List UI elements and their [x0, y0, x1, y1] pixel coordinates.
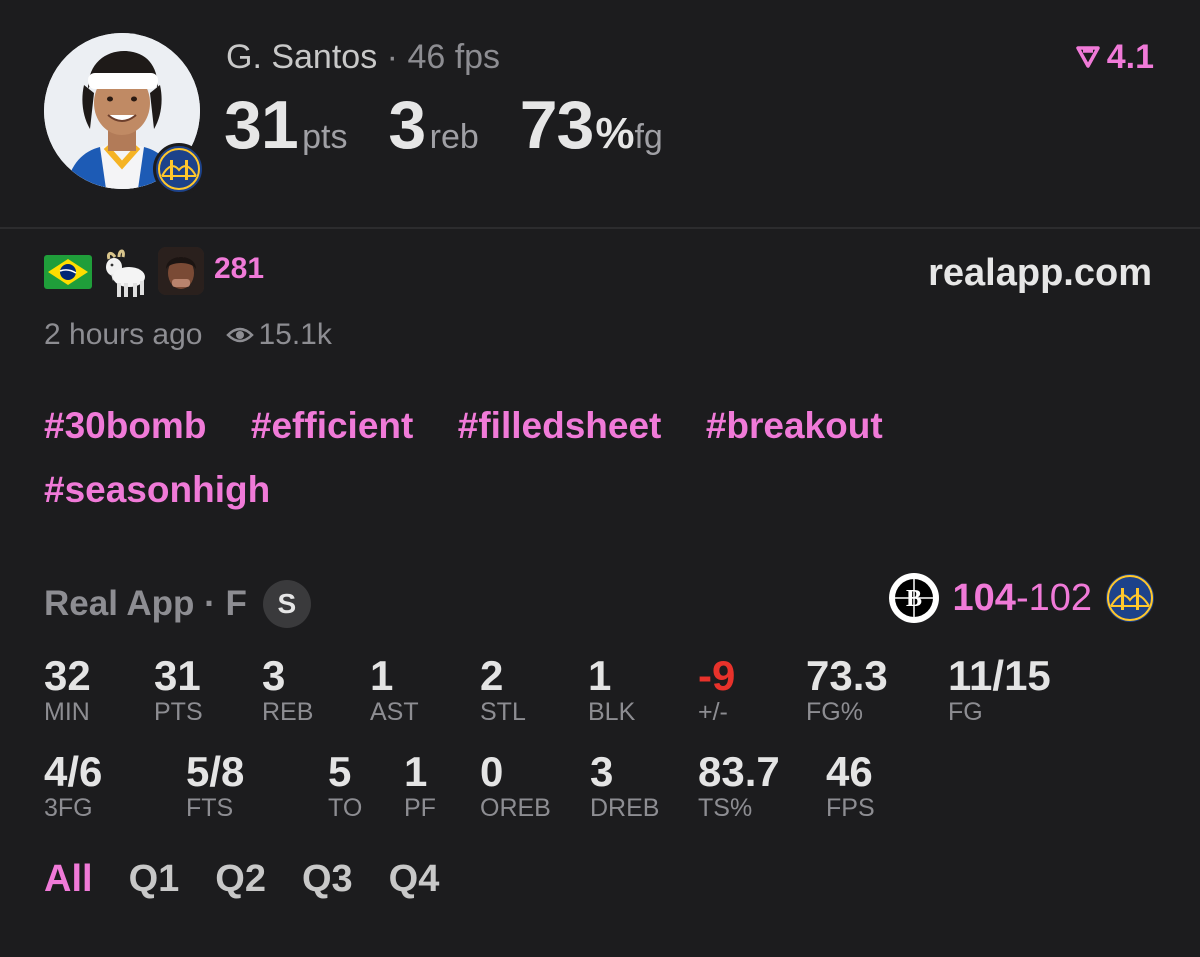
stat-pts: 31 PTS [154, 652, 203, 727]
stat-label: FG [948, 698, 983, 726]
stat-label: MIN [44, 698, 90, 726]
reb-value: 3 [388, 87, 426, 163]
stat-value: 3 [590, 748, 614, 795]
rating-badge[interactable]: 4.1 [1075, 38, 1154, 77]
stat-value: 31 [154, 652, 201, 699]
quarter-tabs: All Q1 Q2 Q3 Q4 [44, 858, 475, 901]
stat-label: AST [370, 698, 419, 726]
stat-label: REB [262, 698, 314, 726]
stat-value: 0 [480, 748, 504, 795]
stat-fg-pct: 73.3 FG% [806, 652, 888, 727]
stat-fg: 11/15 FG [948, 652, 1051, 727]
stat-label: PTS [154, 698, 203, 726]
stat-label: FTS [186, 794, 234, 822]
reb-unit: reb [429, 118, 479, 156]
reaction-face-icon[interactable] [158, 247, 204, 295]
stat-value: 1 [404, 748, 428, 795]
stat-value: 73.3 [806, 652, 888, 699]
stat-min: 32 MIN [44, 652, 91, 727]
tab-q1[interactable]: Q1 [129, 858, 180, 901]
headline-statline: 31 pts 3 reb 73%fg [224, 86, 663, 164]
stat-value: 3 [262, 652, 286, 699]
stat-dreb: 3 DREB [590, 748, 660, 823]
game-score[interactable]: B 104 - 102 [888, 573, 1154, 623]
hashtag[interactable]: #breakout [706, 405, 883, 447]
stat-value: 11/15 [948, 652, 1051, 699]
stat-blk: 1 BLK [588, 652, 636, 727]
score-winning: 104 [952, 576, 1016, 619]
game-source: Real App · F S [44, 580, 311, 628]
hashtag[interactable]: #seasonhigh [44, 469, 270, 511]
fg-unit: fg [634, 118, 663, 156]
player-info-line: G. Santos · 46 fps [226, 38, 500, 77]
stat-label: TS% [698, 794, 753, 822]
stat-fps: 46 FPS [826, 748, 875, 823]
pts-unit: pts [302, 118, 348, 156]
fg-pct-sign: % [595, 109, 635, 158]
site-link[interactable]: realapp.com [928, 252, 1152, 295]
time-ago: 2 hours ago [44, 318, 203, 351]
stat-value: -9 [698, 652, 736, 699]
stat-label: 3FG [44, 794, 93, 822]
tab-all[interactable]: All [44, 858, 93, 901]
stat-ast: 1 AST [370, 652, 419, 727]
stat-ts-pct: 83.7 TS% [698, 748, 780, 823]
svg-text:B: B [906, 586, 922, 612]
stat-value: 5 [328, 748, 352, 795]
hashtag[interactable]: #30bomb [44, 405, 206, 447]
stat-plus-minus: -9 +/- [698, 652, 736, 727]
hashtag-list: #30bomb #efficient #filledsheet #breakou… [44, 405, 1154, 533]
player-name[interactable]: G. Santos [226, 38, 377, 76]
stat-label: FG% [806, 698, 863, 726]
stat-3fg: 4/6 3FG [44, 748, 103, 823]
stat-label: +/- [698, 698, 728, 726]
stat-label: DREB [590, 794, 660, 822]
tab-q4[interactable]: Q4 [389, 858, 440, 901]
stat-label: PF [404, 794, 436, 822]
stat-value: 1 [588, 652, 612, 699]
status-badge[interactable]: S [262, 580, 311, 628]
pts-value: 31 [224, 87, 299, 163]
stat-value: 5/8 [186, 748, 245, 795]
goat-icon[interactable] [97, 247, 149, 299]
stat-oreb: 0 OREB [480, 748, 551, 823]
hashtag[interactable]: #filledsheet [458, 405, 662, 447]
separator: · [386, 38, 398, 76]
brazil-flag-icon[interactable] [44, 255, 92, 289]
rating-value: 4.1 [1106, 38, 1154, 76]
stat-value: 46 [826, 748, 873, 795]
stat-value: 83.7 [698, 748, 780, 795]
warriors-logo-icon [1106, 574, 1154, 622]
fps-label: 46 fps [407, 38, 501, 76]
stat-value: 2 [480, 652, 504, 699]
stat-label: BLK [588, 698, 636, 726]
stat-value: 1 [370, 652, 394, 699]
score-losing: 102 [1028, 576, 1092, 619]
stat-label: OREB [480, 794, 551, 822]
warriors-logo-icon [153, 143, 205, 195]
divider [0, 227, 1200, 229]
post-meta: 2 hours ago 15.1k [44, 318, 332, 352]
stat-value: 4/6 [44, 748, 103, 795]
view-count: 15.1k [258, 318, 332, 351]
stat-fts: 5/8 FTS [186, 748, 245, 823]
reaction-count[interactable]: 281 [214, 252, 264, 286]
eye-icon [226, 327, 255, 343]
stat-reb: 3 REB [262, 652, 314, 727]
stat-label: STL [480, 698, 526, 726]
fg-value: 73 [519, 87, 595, 163]
tab-q2[interactable]: Q2 [215, 858, 266, 901]
source-label: Real App · F [44, 584, 247, 623]
nets-logo-icon: B [888, 573, 939, 623]
hashtag[interactable]: #efficient [251, 405, 413, 447]
tab-q3[interactable]: Q3 [302, 858, 353, 901]
score-dash: - [1015, 576, 1029, 619]
stat-pf: 1 PF [404, 748, 436, 823]
stat-stl: 2 STL [480, 652, 526, 727]
stat-label: FPS [826, 794, 875, 822]
stat-label: TO [328, 794, 363, 822]
stat-to: 5 TO [328, 748, 363, 823]
real-rating-icon [1075, 46, 1100, 68]
stat-value: 32 [44, 652, 91, 699]
